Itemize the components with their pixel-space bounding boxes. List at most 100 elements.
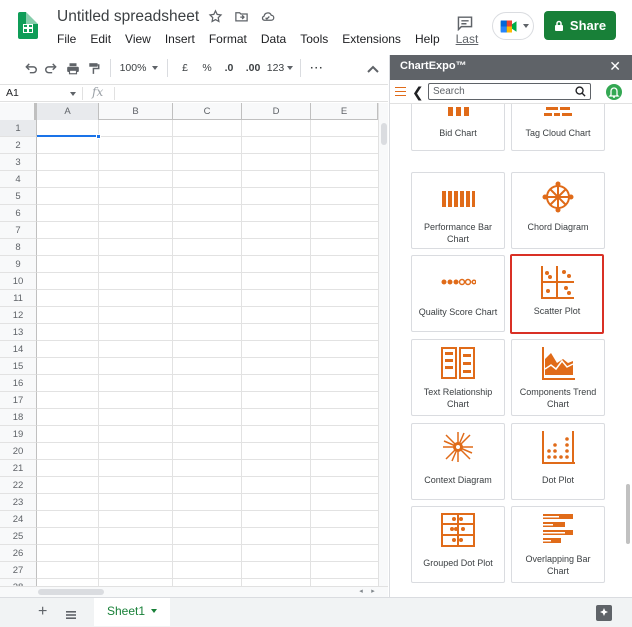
row-header[interactable]: 9 (0, 256, 37, 273)
column-header-d[interactable]: D (242, 103, 311, 120)
sheet-menu-caret-icon[interactable] (151, 609, 158, 613)
paint-format-icon[interactable] (84, 57, 104, 79)
all-sheets-icon[interactable] (66, 607, 76, 619)
fill-handle[interactable] (96, 134, 101, 139)
chart-card-dot-plot[interactable]: Dot Plot (511, 423, 605, 500)
percent-format-button[interactable]: % (196, 57, 218, 79)
row-header[interactable]: 6 (0, 205, 37, 222)
column-header-a[interactable]: A (37, 103, 99, 120)
row-header[interactable]: 19 (0, 426, 37, 443)
notification-bell-icon[interactable] (606, 84, 622, 100)
redo-icon[interactable] (40, 57, 62, 79)
row-header[interactable]: 17 (0, 392, 37, 409)
select-all-corner[interactable] (0, 103, 37, 120)
name-box[interactable]: A1 (6, 87, 76, 99)
row-header[interactable]: 12 (0, 307, 37, 324)
row-header[interactable]: 21 (0, 460, 37, 477)
chart-card-bid[interactable]: Bid Chart (411, 104, 505, 151)
star-icon[interactable] (208, 9, 223, 24)
spreadsheet-grid[interactable]: A B C D E 1 2 3 4 5 6 7 8 9 10 11 12 13 14 15 16 17 18 19 2… (0, 103, 378, 586)
sheets-logo-icon[interactable] (18, 12, 38, 39)
menu-extensions[interactable]: Extensions (342, 32, 401, 46)
row-header[interactable]: 14 (0, 341, 37, 358)
search-icon[interactable] (575, 86, 586, 97)
menu-icon[interactable] (395, 87, 406, 96)
row-header[interactable]: 11 (0, 290, 37, 307)
explore-icon[interactable] (596, 605, 612, 621)
menu-tools[interactable]: Tools (300, 32, 328, 46)
comment-history-icon[interactable] (456, 15, 474, 32)
print-icon[interactable] (62, 57, 84, 79)
chart-card-components-trend[interactable]: Components Trend Chart (511, 339, 605, 416)
row-header[interactable]: 26 (0, 545, 37, 562)
more-formats-select[interactable]: 123 (266, 57, 294, 79)
name-box-caret-icon[interactable] (70, 92, 76, 96)
menu-format[interactable]: Format (209, 32, 247, 46)
chart-card-overlapping-bar[interactable]: Overlapping Bar Chart (511, 506, 605, 583)
zoom-select[interactable]: 100% (117, 57, 161, 79)
vertical-scroll-thumb[interactable] (381, 123, 387, 145)
share-button[interactable]: Share (544, 11, 616, 40)
more-options-icon[interactable]: ··· (307, 57, 327, 79)
column-header-c[interactable]: C (173, 103, 242, 120)
close-icon[interactable]: ✕ (609, 58, 621, 75)
collapse-toolbar-icon[interactable] (366, 62, 380, 74)
row-header[interactable]: 27 (0, 562, 37, 579)
selected-cell-a1[interactable] (37, 120, 99, 137)
row-header[interactable]: 3 (0, 154, 37, 171)
row-header[interactable]: 16 (0, 375, 37, 392)
menu-data[interactable]: Data (261, 32, 286, 46)
row-header[interactable]: 20 (0, 443, 37, 460)
chart-card-grouped-dot-plot[interactable]: Grouped Dot Plot (411, 506, 505, 583)
horizontal-scrollbar[interactable]: ◂ ▸ (0, 586, 388, 597)
increase-decimal-button[interactable]: .00 (240, 57, 266, 79)
sheet-tab-sheet1[interactable]: Sheet1 (94, 598, 170, 626)
move-folder-icon[interactable] (234, 9, 249, 24)
meet-button[interactable] (492, 12, 534, 40)
row-header[interactable]: 23 (0, 494, 37, 511)
row-header[interactable]: 25 (0, 528, 37, 545)
chart-card-scatter-plot[interactable]: Scatter Plot (510, 254, 604, 334)
row-header[interactable]: 1 (0, 120, 37, 137)
row-header[interactable]: 18 (0, 409, 37, 426)
add-sheet-icon[interactable]: + (38, 603, 47, 621)
chart-search-input[interactable]: Search (428, 83, 591, 100)
vertical-scrollbar[interactable] (378, 103, 388, 586)
chart-card-performance-bar[interactable]: Performance Bar Chart (411, 172, 505, 249)
chart-card-quality-score[interactable]: Quality Score Chart (411, 255, 505, 332)
chart-card-context-diagram[interactable]: Context Diagram (411, 423, 505, 500)
menu-view[interactable]: View (125, 32, 151, 46)
menu-edit[interactable]: Edit (90, 32, 111, 46)
column-header-e[interactable]: E (311, 103, 378, 120)
row-header[interactable]: 13 (0, 324, 37, 341)
row-header[interactable]: 24 (0, 511, 37, 528)
row-header[interactable]: 22 (0, 477, 37, 494)
scroll-right-icon[interactable]: ▸ (368, 588, 378, 596)
decrease-decimal-button[interactable]: .0 (218, 57, 240, 79)
row-header[interactable]: 2 (0, 137, 37, 154)
cloud-status-icon[interactable] (260, 9, 275, 24)
row-header[interactable]: 28 (0, 579, 37, 586)
horizontal-scroll-thumb[interactable] (38, 589, 104, 595)
panel-scrollbar[interactable] (625, 104, 631, 597)
row-header[interactable]: 7 (0, 222, 37, 239)
row-header[interactable]: 10 (0, 273, 37, 290)
row-header[interactable]: 8 (0, 239, 37, 256)
menu-insert[interactable]: Insert (165, 32, 195, 46)
row-header[interactable]: 15 (0, 358, 37, 375)
row-header[interactable]: 5 (0, 188, 37, 205)
currency-format-button[interactable]: £ (174, 57, 196, 79)
scroll-left-icon[interactable]: ◂ (356, 588, 366, 596)
last-edit-link[interactable]: Last (456, 32, 479, 46)
panel-scroll-thumb[interactable] (626, 484, 630, 544)
row-header[interactable]: 4 (0, 171, 37, 188)
chart-card-chord[interactable]: Chord Diagram (511, 172, 605, 249)
menu-help[interactable]: Help (415, 32, 440, 46)
back-chevron-icon[interactable]: ❮ (412, 84, 424, 101)
undo-icon[interactable] (22, 57, 40, 79)
chart-card-tag-cloud[interactable]: Tag Cloud Chart (511, 104, 605, 151)
chart-card-text-relationship[interactable]: Text Relationship Chart (411, 339, 505, 416)
menu-file[interactable]: File (57, 32, 76, 46)
document-title[interactable]: Untitled spreadsheet (57, 8, 199, 26)
column-header-b[interactable]: B (99, 103, 173, 120)
